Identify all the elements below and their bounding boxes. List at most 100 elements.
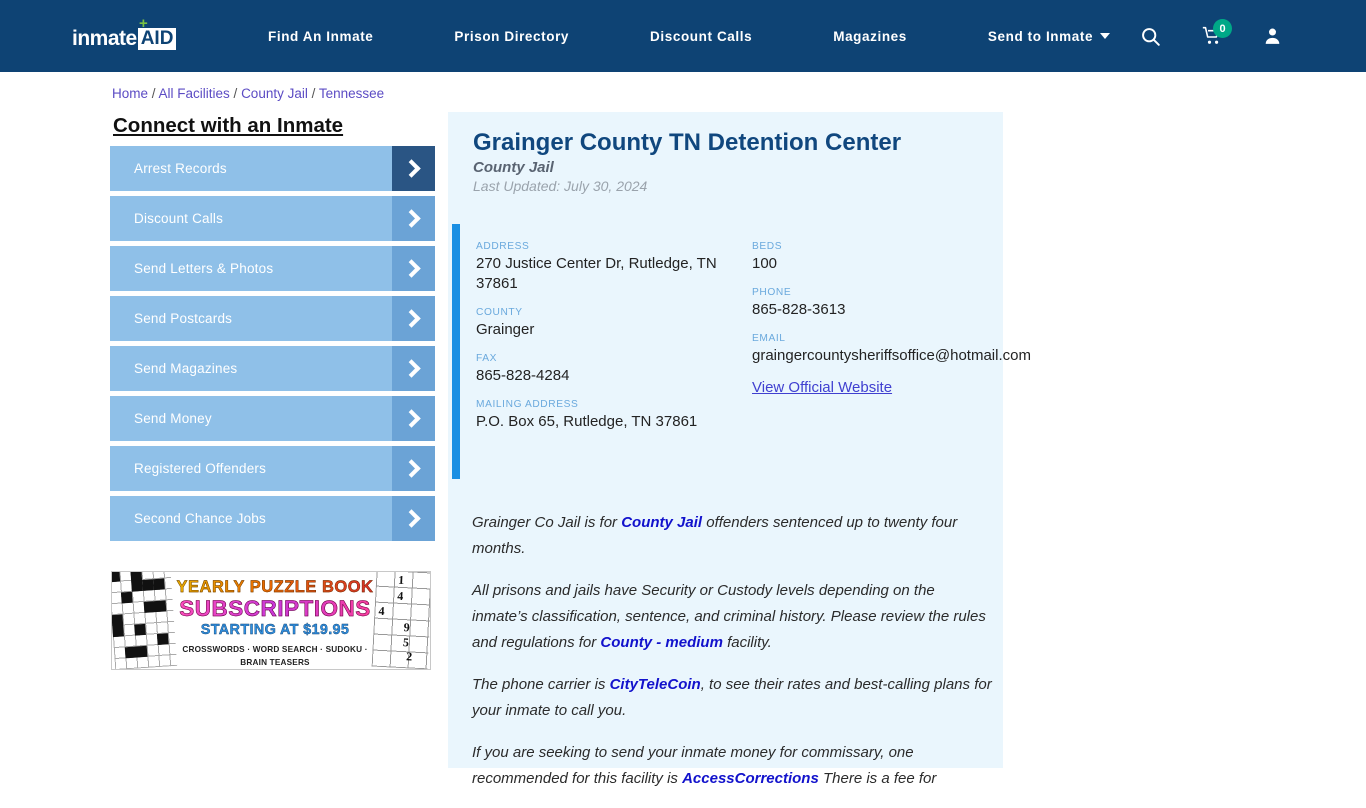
sudoku-digit: 2 xyxy=(405,649,413,664)
ad-tagline: CROSSWORDS · WORD SEARCH · SUDOKU · BRAI… xyxy=(182,645,368,667)
sidebar-item-label: Discount Calls xyxy=(134,211,224,226)
sidebar-item-registered-offenders[interactable]: Registered Offenders xyxy=(110,446,435,491)
sidebar-item-label: Second Chance Jobs xyxy=(134,511,266,526)
nav-item-magazines[interactable]: Magazines xyxy=(833,29,907,44)
detail-value: 865-828-4284 xyxy=(476,367,570,384)
chevron-right-icon xyxy=(392,246,435,291)
description-paragraph-2: All prisons and jails have Security or C… xyxy=(472,578,992,656)
breadcrumb: Home / All Facilities / County Jail / Te… xyxy=(112,86,384,101)
detail-label: PHONE xyxy=(752,287,792,298)
link-county-medium[interactable]: County - medium xyxy=(600,634,723,651)
detail-value: 100 xyxy=(752,255,778,272)
ad-headline-1: YEARLY PUZZLE BOOK xyxy=(170,578,380,597)
paragraph-text: facility. xyxy=(722,634,772,651)
link-accesscorrections[interactable]: AccessCorrections xyxy=(682,770,819,787)
chevron-right-icon xyxy=(392,346,435,391)
sidebar-item-send-letters-photos[interactable]: Send Letters & Photos xyxy=(110,246,435,291)
cart-count-badge: 0 xyxy=(1213,19,1232,38)
facility-description: Grainger Co Jail is for County Jail offe… xyxy=(472,510,992,808)
sidebar-item-label: Send Letters & Photos xyxy=(134,261,274,276)
detail-phone: PHONE 865-828-3613 xyxy=(752,286,992,320)
paragraph-text: There is a fee for xyxy=(818,770,937,787)
nav-item-send-to-inmate-label: Send to Inmate xyxy=(987,28,1094,44)
detail-label: MAILING ADDRESS xyxy=(476,399,579,410)
detail-value: Grainger xyxy=(476,321,535,338)
sidebar-heading: Connect with an Inmate xyxy=(113,114,344,137)
sidebar-item-second-chance-jobs[interactable]: Second Chance Jobs xyxy=(110,496,435,541)
paragraph-text: Grainger Co Jail is for xyxy=(472,514,622,531)
sidebar-item-send-postcards[interactable]: Send Postcards xyxy=(110,296,435,341)
detail-address: ADDRESS 270 Justice Center Dr, Rutledge,… xyxy=(476,240,736,294)
detail-value: graingercountysheriffsoffice@hotmail.com xyxy=(752,347,1031,364)
sudoku-grid-graphic: 1 4 4 9 5 2 xyxy=(371,572,430,669)
link-county-jail[interactable]: County Jail xyxy=(621,514,702,531)
detail-value: 270 Justice Center Dr, Rutledge, TN 3786… xyxy=(476,255,717,292)
detail-beds: BEDS 100 xyxy=(752,240,992,274)
logo-plus-icon: + xyxy=(139,15,148,32)
breadcrumb-separator: / xyxy=(148,86,159,101)
user-icon[interactable] xyxy=(1250,14,1294,58)
details-column-left: ADDRESS 270 Justice Center Dr, Rutledge,… xyxy=(476,240,736,444)
puzzle-book-ad-banner[interactable]: 1 4 4 9 5 2 YEARLY PUZZLE BOOK SUBSCRIPT… xyxy=(111,571,431,670)
sudoku-digit: 9 xyxy=(403,620,411,635)
sudoku-digit: 1 xyxy=(397,572,405,588)
facility-detail-card: Grainger County TN Detention Center Coun… xyxy=(448,112,1031,787)
detail-label: ADDRESS xyxy=(476,241,530,252)
sidebar-item-send-money[interactable]: Send Money xyxy=(110,396,435,441)
description-paragraph-4: If you are seeking to send your inmate m… xyxy=(472,740,992,792)
chevron-right-icon xyxy=(392,296,435,341)
accent-bar xyxy=(452,224,460,479)
nav-item-prison-directory[interactable]: Prison Directory xyxy=(454,29,569,44)
breadcrumb-item-tennessee[interactable]: Tennessee xyxy=(319,86,384,101)
search-icon[interactable] xyxy=(1128,14,1172,58)
detail-county: COUNTY Grainger xyxy=(476,306,736,340)
sidebar-item-label: Send Money xyxy=(134,411,212,426)
sudoku-digit: 4 xyxy=(396,588,404,604)
detail-value: P.O. Box 65, Rutledge, TN 37861 xyxy=(476,413,698,430)
nav-item-discount-calls[interactable]: Discount Calls xyxy=(650,29,752,44)
breadcrumb-item-home[interactable]: Home xyxy=(112,86,148,101)
chevron-right-icon xyxy=(392,196,435,241)
site-logo[interactable]: inmate AID + xyxy=(72,16,177,50)
breadcrumb-item-county-jail[interactable]: County Jail xyxy=(241,86,308,101)
ad-headline-2: SUBSCRIPTIONS xyxy=(170,596,380,621)
sudoku-digit: 5 xyxy=(402,635,410,650)
official-website-link-wrap: View Official Website xyxy=(752,378,992,398)
sidebar-item-discount-calls[interactable]: Discount Calls xyxy=(110,196,435,241)
detail-label: COUNTY xyxy=(476,307,523,318)
sidebar-item-send-magazines[interactable]: Send Magazines xyxy=(110,346,435,391)
detail-label: FAX xyxy=(476,353,498,364)
main-menu: Find An Inmate Prison Directory Discount… xyxy=(268,0,1111,72)
ad-text-block: YEARLY PUZZLE BOOK SUBSCRIPTIONS STARTIN… xyxy=(170,578,380,669)
detail-label: BEDS xyxy=(752,241,783,252)
chevron-right-icon xyxy=(392,496,435,541)
navbar-icon-group: 0 xyxy=(1128,0,1366,72)
detail-email: EMAIL graingercountysheriffsoffice@hotma… xyxy=(752,332,1031,366)
chevron-down-icon xyxy=(1100,32,1111,39)
chevron-right-icon xyxy=(392,446,435,491)
detail-fax: FAX 865-828-4284 xyxy=(476,352,736,386)
description-paragraph-1: Grainger Co Jail is for County Jail offe… xyxy=(472,510,992,562)
page-title: Grainger County TN Detention Center xyxy=(473,129,902,156)
detail-mailing-address: MAILING ADDRESS P.O. Box 65, Rutledge, T… xyxy=(476,398,736,432)
sidebar-item-label: Send Magazines xyxy=(134,361,238,376)
breadcrumb-separator: / xyxy=(307,86,319,101)
crossword-grid-graphic xyxy=(112,572,178,669)
link-cityteleCoin[interactable]: CityTeleCoin xyxy=(610,676,701,693)
nav-item-send-to-inmate[interactable]: Send to Inmate xyxy=(987,28,1111,44)
ad-price-line: STARTING AT $19.95 xyxy=(200,622,350,638)
view-official-website-link[interactable]: View Official Website xyxy=(752,379,892,396)
logo-text-inmate: inmate xyxy=(72,27,137,50)
breadcrumb-item-all-facilities[interactable]: All Facilities xyxy=(159,86,230,101)
sidebar-item-arrest-records[interactable]: Arrest Records xyxy=(110,146,435,191)
cart-icon[interactable]: 0 xyxy=(1190,14,1234,58)
description-paragraph-3: The phone carrier is CityTeleCoin, to se… xyxy=(472,672,992,724)
details-column-right: BEDS 100 PHONE 865-828-3613 EMAIL graing… xyxy=(752,240,1031,410)
sidebar-menu: Arrest Records Discount Calls Send Lette… xyxy=(110,146,435,546)
nav-item-find-an-inmate[interactable]: Find An Inmate xyxy=(268,29,373,44)
paragraph-text: The phone carrier is xyxy=(472,676,610,693)
facility-type: County Jail xyxy=(473,159,554,176)
facility-details-panel: ADDRESS 270 Justice Center Dr, Rutledge,… xyxy=(452,224,1031,492)
detail-value: 865-828-3613 xyxy=(752,301,846,318)
chevron-right-icon xyxy=(392,146,435,191)
